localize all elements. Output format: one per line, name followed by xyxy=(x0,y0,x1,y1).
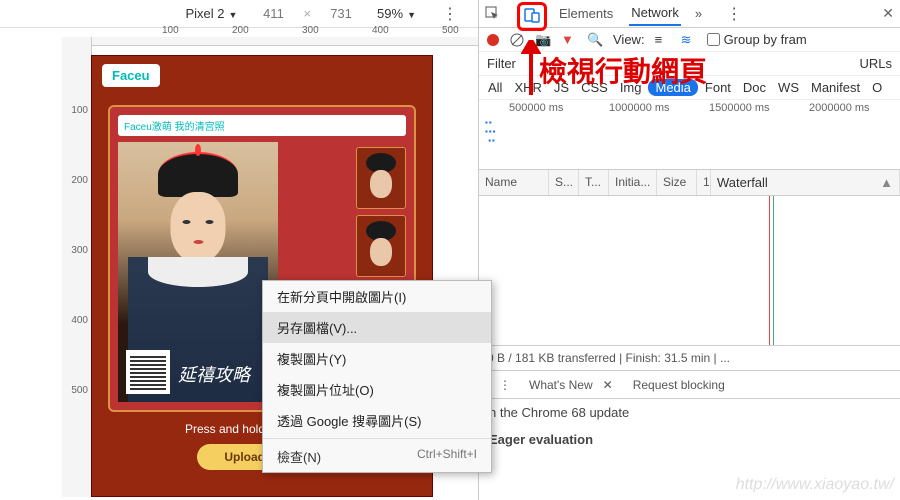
highlight-box xyxy=(517,2,547,31)
device-toolbar: Pixel 2 411 × 731 59% ⋮ xyxy=(0,0,478,28)
filter-ws[interactable]: WS xyxy=(773,78,804,97)
card-tag: Faceu激萌 我的清宫照 xyxy=(118,115,406,136)
ctx-copy-address[interactable]: 複製圖片位址(O) xyxy=(263,374,491,405)
qr-code xyxy=(126,350,170,394)
filter-other[interactable]: O xyxy=(867,78,887,97)
ctx-copy-image[interactable]: 複製圖片(Y) xyxy=(263,343,491,374)
col-size[interactable]: Size xyxy=(657,170,697,195)
device-toggle-icon[interactable] xyxy=(524,7,540,23)
col-initiator[interactable]: Initia... xyxy=(609,170,657,195)
close-icon[interactable]: ✕ xyxy=(882,5,894,22)
col-type[interactable]: T... xyxy=(579,170,609,195)
thumb-1[interactable] xyxy=(356,147,406,209)
ctx-inspect[interactable]: 檢查(N)Ctrl+Shift+I xyxy=(263,441,491,472)
tab-network[interactable]: Network xyxy=(629,1,681,26)
filter-all[interactable]: All xyxy=(483,78,507,97)
timeline-overview[interactable]: 500000 ms 1000000 ms 1500000 ms 2000000 … xyxy=(479,100,900,170)
group-checkbox[interactable]: Group by fram xyxy=(707,32,807,47)
tab-reqblock[interactable]: Request blocking xyxy=(629,374,729,396)
faceu-logo: Faceu xyxy=(102,64,160,87)
tab-whatsnew[interactable]: What's New✕ xyxy=(521,374,621,396)
ctx-open-image[interactable]: 在新分頁中開啟圖片(I) xyxy=(263,281,491,312)
more-icon[interactable]: ⋮ xyxy=(442,4,456,24)
inspect-icon[interactable] xyxy=(485,6,501,22)
devtools-panel: Elements Network » ⋮ ✕ 📷 ▼ 🔍 View: ≡ ≋ G… xyxy=(478,0,900,500)
eager-eval: Eager evaluation xyxy=(479,426,900,453)
status-bar: 0 B / 181 KB transferred | Finish: 31.5 … xyxy=(479,346,900,371)
device-select[interactable]: Pixel 2 xyxy=(180,4,244,23)
network-toolbar: 📷 ▼ 🔍 View: ≡ ≋ Group by fram xyxy=(479,28,900,52)
col-name[interactable]: Name xyxy=(479,170,549,195)
ctx-search-image[interactable]: 透過 Google 搜尋圖片(S) xyxy=(263,405,491,436)
change-character-label[interactable]: Change Character xyxy=(366,56,414,58)
network-table-body[interactable] xyxy=(479,196,900,346)
zoom-select[interactable]: 59% xyxy=(371,4,422,23)
show-logo: 延禧攻略 xyxy=(178,361,250,387)
devtools-menu-icon[interactable]: ⋮ xyxy=(726,4,740,24)
large-rows-icon[interactable]: ≡ xyxy=(655,32,671,48)
filter-manifest[interactable]: Manifest xyxy=(806,78,865,97)
more-tabs-icon[interactable]: » xyxy=(695,6,702,21)
annotation-arrow xyxy=(521,40,541,98)
waterfall-icon[interactable]: ≋ xyxy=(681,32,697,48)
col-waterfall[interactable]: Waterfall▲ xyxy=(711,170,900,195)
col-time[interactable]: 1 xyxy=(697,170,711,195)
height-input[interactable]: 731 xyxy=(321,6,361,21)
tab-elements[interactable]: Elements xyxy=(557,2,615,25)
ctx-save-image[interactable]: 另存圖檔(V)... xyxy=(263,312,491,343)
filter-label: Filter xyxy=(487,56,516,71)
network-table-header: Name S... T... Initia... Size 1 Waterfal… xyxy=(479,170,900,196)
hide-urls-label[interactable]: URLs xyxy=(859,56,892,71)
main-photo[interactable]: 延禧攻略 xyxy=(118,142,278,402)
view-label: View: xyxy=(613,32,645,47)
drawer-tabs: ⋮ What's New✕ Request blocking xyxy=(479,371,900,399)
search-icon[interactable]: 🔍 xyxy=(587,32,603,48)
thumb-2[interactable] xyxy=(356,215,406,277)
annotation-text: 檢視行動網頁 xyxy=(539,50,707,90)
ruler-horizontal: 100 200 300 400 500 xyxy=(62,37,478,46)
filter-icon[interactable]: ▼ xyxy=(561,32,577,48)
filter-doc[interactable]: Doc xyxy=(738,78,771,97)
drawer-menu-icon[interactable]: ⋮ xyxy=(495,374,513,396)
watermark: http://www.xiaoyao.tw/ xyxy=(736,476,894,494)
whatsnew-text: n the Chrome 68 update xyxy=(479,399,900,426)
context-menu: 在新分頁中開啟圖片(I) 另存圖檔(V)... 複製圖片(Y) 複製圖片位址(O… xyxy=(262,280,492,473)
col-status[interactable]: S... xyxy=(549,170,579,195)
record-icon[interactable] xyxy=(487,34,499,46)
width-input[interactable]: 411 xyxy=(253,6,293,21)
dim-x: × xyxy=(303,6,311,21)
